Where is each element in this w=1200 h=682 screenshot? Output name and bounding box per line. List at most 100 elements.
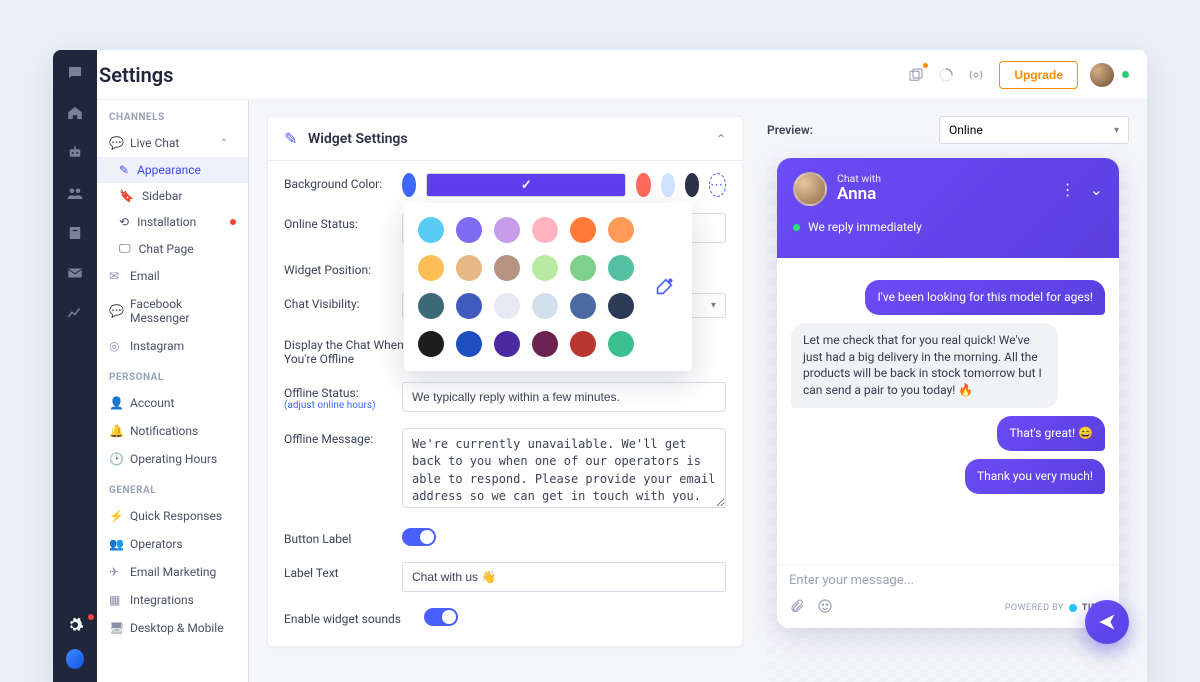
sidebar-item-operators[interactable]: 👥Operators (97, 530, 248, 558)
page-title-label: Settings (99, 63, 173, 87)
panel-title: Widget Settings (308, 131, 408, 147)
color-swatch[interactable] (494, 293, 520, 319)
more-icon[interactable]: ⋮ (1060, 180, 1076, 199)
emoji-icon[interactable] (817, 598, 833, 618)
color-swatch[interactable] (570, 293, 596, 319)
color-swatch[interactable] (636, 173, 650, 197)
adjust-hours-link[interactable]: (adjust online hours) (284, 400, 402, 411)
broadcast-icon[interactable] (967, 66, 985, 84)
sidebar-sub-installation[interactable]: ⟲ Installation (97, 209, 248, 235)
custom-color-button[interactable] (652, 275, 676, 299)
color-swatch[interactable] (418, 217, 444, 243)
color-swatch[interactable] (418, 255, 444, 281)
color-swatch[interactable] (532, 255, 558, 281)
enable-sounds-toggle[interactable] (424, 608, 458, 626)
bot-icon[interactable] (66, 144, 84, 162)
color-swatch[interactable] (570, 255, 596, 281)
analytics-icon[interactable] (66, 304, 84, 322)
sidebar-sub-chat-page[interactable]: 🖵 Chat Page (97, 235, 248, 262)
sidebar-sub-sidebar[interactable]: 🔖 Sidebar (97, 183, 248, 209)
send-fab-button[interactable] (1085, 600, 1129, 644)
user-icon: 👤 (109, 396, 122, 410)
row-offline-message: Offline Message: (284, 428, 726, 512)
label-bg-color: Background Color: (284, 173, 402, 191)
color-swatch[interactable] (456, 217, 482, 243)
label-enable-sounds: Enable widget sounds (284, 608, 424, 626)
settings-sidebar: CHANNELS 💬 Live Chat ⌃ ✎ Appearance 🔖 Si… (97, 100, 249, 682)
color-swatch[interactable] (685, 173, 699, 197)
sidebar-item-messenger[interactable]: 💬Facebook Messenger (97, 290, 248, 332)
sidebar-item-email-marketing[interactable]: ✈Email Marketing (97, 558, 248, 586)
offline-message-textarea[interactable] (402, 428, 726, 508)
sidebar-item-label: Quick Responses (130, 509, 222, 523)
color-swatch[interactable] (608, 255, 634, 281)
color-swatch[interactable] (608, 331, 634, 357)
color-swatch[interactable] (608, 293, 634, 319)
color-swatch[interactable] (661, 173, 675, 197)
sidebar-item-quick-responses[interactable]: ⚡ Quick Responses (97, 502, 248, 530)
sidebar-item-account[interactable]: 👤 Account (97, 389, 248, 417)
label-chat-visibility: Chat Visibility: (284, 293, 402, 311)
sidebar-item-operating-hours[interactable]: 🕑Operating Hours (97, 445, 248, 473)
book-icon[interactable] (66, 224, 84, 242)
upgrade-button[interactable]: Upgrade (999, 61, 1078, 89)
chat-icon[interactable] (66, 64, 84, 82)
color-swatch[interactable] (456, 293, 482, 319)
sidebar-item-label: Chat Page (139, 242, 194, 256)
color-swatch[interactable] (494, 255, 520, 281)
sidebar-sub-appearance[interactable]: ✎ Appearance (97, 157, 248, 183)
widget-status-line: We reply immediately (793, 220, 1103, 234)
widget-header: Chat with Anna ⋮ ⌄ We reply imme (777, 158, 1119, 258)
badge-dot (230, 219, 236, 225)
home-icon[interactable] (66, 104, 84, 122)
sidebar-item-integrations[interactable]: ▦Integrations (97, 586, 248, 614)
color-swatch[interactable] (570, 331, 596, 357)
sidebar-item-email[interactable]: ✉Email (97, 262, 248, 290)
label-text-input[interactable] (402, 562, 726, 592)
brand-logo-icon[interactable] (66, 650, 84, 668)
sidebar-item-instagram[interactable]: ◎Instagram (97, 332, 248, 360)
color-swatch[interactable] (532, 217, 558, 243)
color-swatch[interactable] (418, 293, 444, 319)
sidebar-item-label: Facebook Messenger (130, 297, 236, 325)
sidebar-item-label: Desktop & Mobile (130, 621, 224, 635)
instagram-icon: ◎ (109, 339, 122, 353)
more-colors-button[interactable]: ⋯ (709, 173, 726, 197)
avatar[interactable] (1090, 63, 1114, 87)
color-swatch[interactable] (570, 217, 596, 243)
preview-status-select[interactable]: Online ▾ (939, 116, 1129, 144)
color-swatch[interactable] (426, 173, 626, 197)
cards-icon[interactable] (907, 66, 925, 84)
sidebar-item-label: Operating Hours (130, 452, 217, 466)
preview-pane: Preview: Online ▾ Chat with (767, 116, 1129, 682)
header-actions (907, 66, 985, 84)
color-swatch[interactable] (456, 255, 482, 281)
color-swatch[interactable] (456, 331, 482, 357)
mail-icon[interactable] (66, 264, 84, 282)
sidebar-item-label: Account (130, 396, 174, 410)
people-icon[interactable] (66, 184, 84, 202)
widget-operator-name: Anna (837, 185, 881, 205)
bolt-icon: ⚡ (109, 509, 122, 523)
widget-input-placeholder[interactable]: Enter your message... (789, 573, 1107, 588)
color-swatch[interactable] (494, 331, 520, 357)
sidebar-item-live-chat[interactable]: 💬 Live Chat ⌃ (97, 129, 248, 157)
color-swatch[interactable] (418, 331, 444, 357)
sidebar-item-desktop-mobile[interactable]: 🖥Desktop & Mobile (97, 614, 248, 642)
sidebar-item-label: Email (130, 269, 160, 283)
widget-subtitle: Chat with (837, 173, 881, 185)
loading-icon[interactable] (937, 66, 955, 84)
chevron-up-icon[interactable]: ⌃ (716, 132, 726, 146)
color-swatch[interactable] (532, 293, 558, 319)
chevron-down-icon[interactable]: ⌄ (1090, 180, 1103, 199)
color-swatch[interactable] (608, 217, 634, 243)
bookmark-icon: 🔖 (119, 189, 134, 203)
color-swatch[interactable] (402, 173, 416, 197)
offline-status-input[interactable] (402, 382, 726, 412)
button-label-toggle[interactable] (402, 528, 436, 546)
color-swatch[interactable] (532, 331, 558, 357)
attach-icon[interactable] (789, 598, 805, 618)
sidebar-item-notifications[interactable]: 🔔Notifications (97, 417, 248, 445)
gear-icon[interactable] (66, 616, 84, 634)
color-swatch[interactable] (494, 217, 520, 243)
